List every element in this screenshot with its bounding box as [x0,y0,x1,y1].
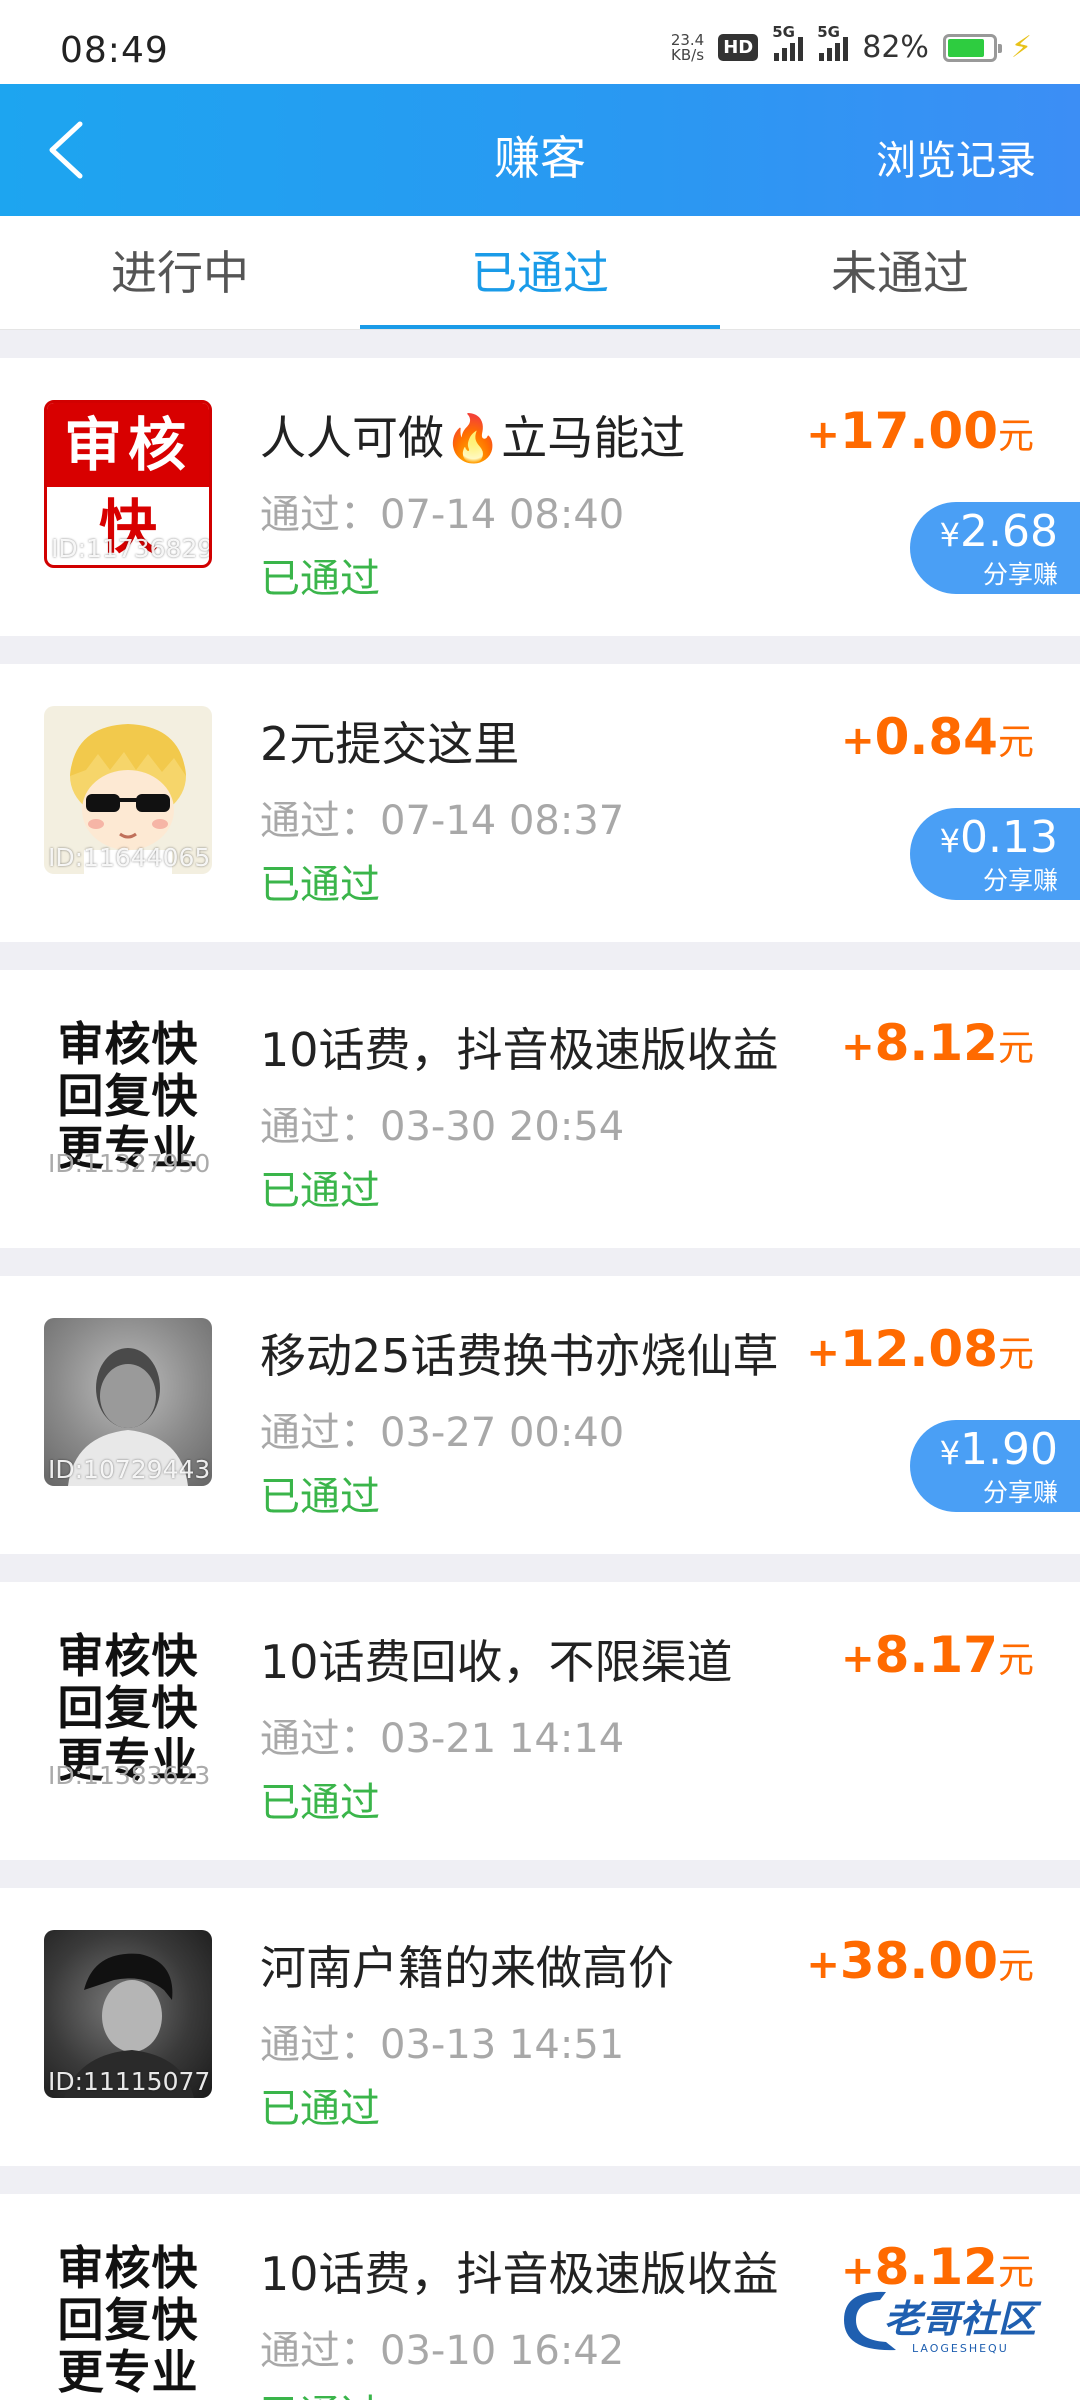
thumbnail-id: ID:11383623 [48,1761,211,1790]
share-earn-button[interactable]: ¥0.13 分享赚 [910,808,1080,900]
task-title: 10话费回收，不限渠道 [260,1635,733,1689]
task-list: 审核 快 ID:11736829 人人可做🔥立马能过 通过：07-14 08:4… [0,330,1080,2400]
pass-time: 通过：03-10 16:42 [260,2328,625,2374]
status-text: 已通过 [260,1474,380,1520]
status-text: 已通过 [260,556,380,602]
tab-not-passed[interactable]: 未通过 [720,216,1080,329]
task-title: 移动25话费换书亦烧仙草 [260,1329,779,1383]
list-item[interactable]: 审核快 回复快 更专业 ID:11383623 10话费回收，不限渠道 通过：0… [0,1582,1080,1860]
task-title: 10话费，抖音极速版收益 [260,1023,779,1077]
task-thumbnail: 审核 快 ID:11736829 [44,400,212,568]
reward-amount: +8.12元 [841,1014,1034,1072]
thumbnail-id: ID:10729443 [48,1455,211,1484]
task-title: 10话费，抖音极速版收益 [260,2247,779,2301]
status-text: 已通过 [260,1168,380,1214]
reward-amount: +12.08元 [806,1320,1034,1378]
thumbnail-id: ID:11644065 [48,843,211,872]
task-thumbnail: ID:11644065 [44,706,212,874]
task-thumbnail: 审核快 回复快 更专业 ID:11383623 [44,1624,212,1792]
thumbnail-id: ID:11327950 [48,1149,211,1178]
share-earn-button[interactable]: ¥1.90 分享赚 [910,1420,1080,1512]
task-thumbnail: 审核快 回复快 更专业 ID:11327950 [44,1012,212,1180]
list-item[interactable]: ID:11115077 河南户籍的来做高价 通过：03-13 14:51 已通过… [0,1888,1080,2166]
status-icons: 23.4 KB/s HD 5G 5G 82% ⚡ [670,23,1032,66]
browse-history-button[interactable]: 浏览记录 [876,128,1036,186]
pass-time: 通过：03-13 14:51 [260,2022,625,2068]
tab-passed[interactable]: 已通过 [360,216,720,329]
pass-time: 通过：07-14 08:40 [260,492,625,538]
header-bar: 赚客 浏览记录 [0,84,1080,216]
task-title: 河南户籍的来做高价 [260,1941,674,1995]
pass-time: 通过：07-14 08:37 [260,798,625,844]
hd-icon: HD [718,34,759,61]
list-item[interactable]: ID:10729443 移动25话费换书亦烧仙草 通过：03-27 00:40 … [0,1276,1080,1554]
status-time: 08:49 [60,30,169,71]
task-title: 2元提交这里 [260,717,520,771]
status-text: 已通过 [260,2086,380,2132]
list-item[interactable]: 审核 快 ID:11736829 人人可做🔥立马能过 通过：07-14 08:4… [0,358,1080,636]
status-bar: 08:49 23.4 KB/s HD 5G 5G 82% ⚡ [0,0,1080,84]
signal-icon: 5G [772,23,804,61]
pass-time: 通过：03-30 20:54 [260,1104,625,1150]
reward-amount: +38.00元 [806,1932,1034,1990]
status-text: 已通过 [260,862,380,908]
svg-text:老哥社区: 老哥社区 [884,2297,1042,2341]
net-speed: 23.4 KB/s [670,30,705,64]
tab-bar: 进行中 已通过 未通过 [0,216,1080,330]
watermark-logo: 老哥社区 LAOGESHEQU [826,2280,1066,2360]
status-text: 已通过 [260,1780,380,1826]
svg-text:LAOGESHEQU: LAOGESHEQU [912,2342,1009,2355]
charging-icon: ⚡ [1010,30,1032,65]
task-title: 人人可做🔥立马能过 [260,411,686,465]
task-thumbnail: 审核快 回复快 更专业 [44,2236,212,2400]
reward-amount: +0.84元 [841,708,1034,766]
share-earn-button[interactable]: ¥2.68 分享赚 [910,502,1080,594]
battery-icon [942,33,1002,62]
signal-icon-2: 5G [817,23,849,61]
list-item[interactable]: 审核快 回复快 更专业 ID:11327950 10话费，抖音极速版收益 通过：… [0,970,1080,1248]
tab-in-progress[interactable]: 进行中 [0,216,360,329]
task-thumbnail: ID:10729443 [44,1318,212,1486]
status-text: 已通过 [260,2382,380,2400]
task-thumbnail: ID:11115077 [44,1930,212,2098]
reward-amount: +8.17元 [841,1626,1034,1684]
thumbnail-id: ID:11115077 [48,2067,211,2096]
list-item[interactable]: ID:11644065 2元提交这里 通过：07-14 08:37 已通过 +0… [0,664,1080,942]
watermark-logo-icon: 老哥社区 LAOGESHEQU [844,2291,1042,2355]
thumbnail-id: ID:11736829 [51,534,212,563]
pass-time: 通过：03-27 00:40 [260,1410,625,1456]
pass-time: 通过：03-21 14:14 [260,1716,625,1762]
reward-amount: +17.00元 [806,402,1034,460]
battery-percent: 82% [862,30,929,65]
